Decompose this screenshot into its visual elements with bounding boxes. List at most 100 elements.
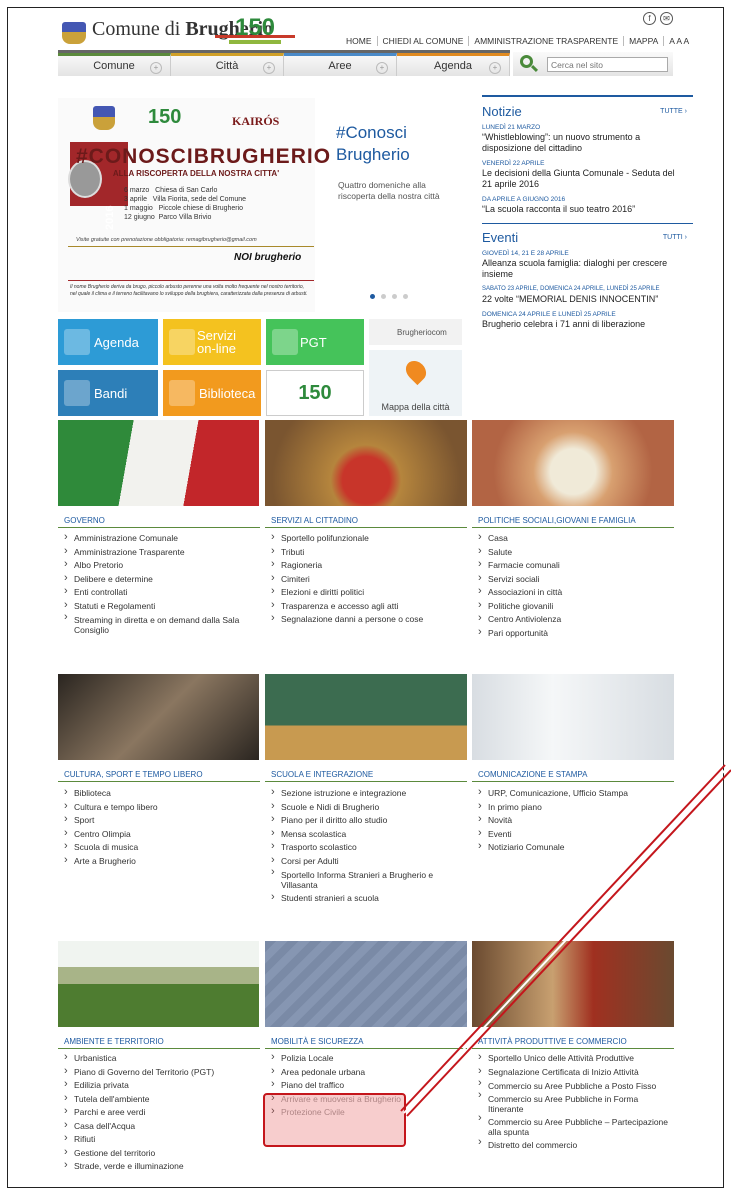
- list-item[interactable]: Trasparenza e accesso agli atti: [271, 599, 467, 614]
- list-item[interactable]: Centro Antiviolenza: [478, 612, 674, 627]
- list-item[interactable]: Distretto del commercio: [478, 1136, 674, 1153]
- list-item[interactable]: Edilizia privata: [64, 1078, 259, 1093]
- event-item[interactable]: DOMENICA 24 APRILE E LUNEDÌ 25 APRILE Bru…: [482, 310, 685, 330]
- list-item[interactable]: Commercio su Aree Pubbliche in Forma Iti…: [478, 1090, 674, 1114]
- list-item[interactable]: Piano del traffico: [271, 1078, 467, 1093]
- list-item[interactable]: Sezione istruzione e integrazione: [271, 786, 467, 801]
- list-item[interactable]: Notiziario Comunale: [478, 840, 674, 855]
- list-item[interactable]: Biblioteca: [64, 786, 259, 801]
- tile-brugheriocom[interactable]: Brugheriocom: [369, 319, 462, 345]
- list-item[interactable]: Urbanistica: [64, 1051, 259, 1066]
- list-item[interactable]: Sportello polifunzionale: [271, 531, 467, 546]
- list-item[interactable]: Sportello Informa Stranieri a Brugherio …: [271, 867, 467, 892]
- slider-dot[interactable]: [370, 294, 375, 299]
- list-item[interactable]: Associazioni in città: [478, 585, 674, 600]
- list-item[interactable]: Amministrazione Trasparente: [64, 545, 259, 560]
- list-item[interactable]: Sportello Unico delle Attività Produttiv…: [478, 1051, 674, 1066]
- list-item[interactable]: Commercio su Aree Pubbliche – Partecipaz…: [478, 1113, 674, 1137]
- list-item[interactable]: Trasporto scolastico: [271, 840, 467, 855]
- section-title[interactable]: GOVERNO: [64, 516, 105, 525]
- list-item[interactable]: Corsi per Adulti: [271, 854, 467, 869]
- list-item[interactable]: Studenti stranieri a scuola: [271, 891, 467, 906]
- news-item[interactable]: DA APRILE A GIUGNO 2016 “La scuola raccon…: [482, 195, 685, 215]
- conosci-brugherio-poster[interactable]: 150 KAIRÓS #CONOSCIBRUGHERIO ALLA RISCOP…: [58, 98, 330, 312]
- list-item[interactable]: Statuti e Regolamenti: [64, 599, 259, 614]
- list-item[interactable]: Elezioni e diritti politici: [271, 585, 467, 600]
- list-item[interactable]: Scuola di musica: [64, 840, 259, 855]
- section-title[interactable]: POLITICHE SOCIALI,GIOVANI E FAMIGLIA: [478, 516, 636, 525]
- tile-pgt[interactable]: PGT: [266, 319, 364, 365]
- mainnav-aree[interactable]: Aree +: [284, 53, 397, 76]
- eventi-all-link[interactable]: TUTTI ›: [663, 234, 687, 241]
- slider-dot[interactable]: [381, 294, 386, 299]
- list-item[interactable]: Gestione del territorio: [64, 1146, 259, 1161]
- list-item[interactable]: Centro Olimpia: [64, 827, 259, 842]
- list-item[interactable]: Rifiuti: [64, 1132, 259, 1147]
- list-item[interactable]: Cimiteri: [271, 572, 467, 587]
- tile-servizi-online[interactable]: Servizi on-line: [163, 319, 261, 365]
- coat-of-arms-icon[interactable]: [62, 22, 86, 44]
- list-item[interactable]: Albo Pretorio: [64, 558, 259, 573]
- event-item[interactable]: SABATO 23 APRILE, DOMENICA 24 APRILE, LU…: [482, 285, 685, 305]
- list-item[interactable]: Area pedonale urbana: [271, 1065, 467, 1080]
- list-item[interactable]: Tributi: [271, 545, 467, 560]
- list-item[interactable]: Strade, verde e illuminazione: [64, 1159, 259, 1174]
- list-item[interactable]: Mensa scolastica: [271, 827, 467, 842]
- topnav-trasparente[interactable]: AMMINISTRAZIONE TRASPARENTE: [468, 36, 623, 46]
- search-icon[interactable]: [520, 55, 533, 68]
- list-item[interactable]: Segnalazione Certificata di Inizio Attiv…: [478, 1065, 674, 1080]
- list-item[interactable]: Cultura e tempo libero: [64, 800, 259, 815]
- list-item[interactable]: Parchi e aree verdi: [64, 1105, 259, 1120]
- topnav-home[interactable]: HOME: [341, 36, 377, 46]
- list-item[interactable]: Piano per il diritto allo studio: [271, 813, 467, 828]
- section-title[interactable]: COMUNICAZIONE E STAMPA: [478, 770, 588, 779]
- list-item[interactable]: Scuole e Nidi di Brugherio: [271, 800, 467, 815]
- section-title[interactable]: ATTIVITÀ PRODUTTIVE E COMMERCIO: [478, 1037, 627, 1046]
- tile-mappa[interactable]: Mappa della città: [369, 350, 462, 416]
- facebook-icon[interactable]: f: [643, 12, 656, 25]
- tile-biblioteca[interactable]: Biblioteca: [163, 370, 261, 416]
- topnav-mappa[interactable]: MAPPA: [623, 36, 663, 46]
- mail-icon[interactable]: ✉: [660, 12, 673, 25]
- topnav-chiedi[interactable]: CHIEDI AL COMUNE: [376, 36, 469, 46]
- list-item[interactable]: Segnalazione danni a persone o cose: [271, 612, 467, 627]
- list-item[interactable]: Novità: [478, 813, 674, 828]
- list-item[interactable]: Streaming in diretta e on demand dalla S…: [64, 612, 259, 635]
- mainnav-agenda[interactable]: Agenda +: [397, 53, 510, 76]
- list-item[interactable]: Tutela dell'ambiente: [64, 1092, 259, 1107]
- mainnav-comune[interactable]: Comune +: [58, 53, 171, 76]
- list-item[interactable]: Farmacie comunali: [478, 558, 674, 573]
- slider-dot[interactable]: [403, 294, 408, 299]
- list-item[interactable]: Casa dell'Acqua: [64, 1119, 259, 1134]
- list-item[interactable]: Ragioneria: [271, 558, 467, 573]
- news-item[interactable]: LUNEDÌ 21 MARZO “Whistleblowing”: un nuov…: [482, 123, 685, 154]
- font-size-switcher[interactable]: A A A: [663, 36, 694, 46]
- list-item[interactable]: Polizia Locale: [271, 1051, 467, 1066]
- section-title[interactable]: SCUOLA E INTEGRAZIONE: [271, 770, 373, 779]
- mainnav-citta[interactable]: Città +: [171, 53, 284, 76]
- list-item[interactable]: Salute: [478, 545, 674, 560]
- list-item[interactable]: Amministrazione Comunale: [64, 531, 259, 546]
- slide-title[interactable]: #Conosci Brugherio: [336, 122, 456, 166]
- tile-bandi[interactable]: Bandi: [58, 370, 158, 416]
- list-item[interactable]: Pari opportunità: [478, 626, 674, 641]
- search-input[interactable]: [547, 57, 668, 72]
- featured-slider[interactable]: 150 KAIRÓS #CONOSCIBRUGHERIO ALLA RISCOP…: [58, 98, 462, 312]
- section-title[interactable]: AMBIENTE E TERRITORIO: [64, 1037, 164, 1046]
- list-item[interactable]: Enti controllati: [64, 585, 259, 600]
- tile-150[interactable]: 150: [266, 370, 364, 416]
- list-item[interactable]: Delibere e determine: [64, 572, 259, 587]
- list-item[interactable]: Arte a Brugherio: [64, 854, 259, 869]
- section-title[interactable]: SERVIZI AL CITTADINO: [271, 516, 358, 525]
- news-item[interactable]: VENERDÌ 22 APRILE Le decisioni della Giun…: [482, 159, 685, 190]
- slider-dot[interactable]: [392, 294, 397, 299]
- list-item[interactable]: Eventi: [478, 827, 674, 842]
- list-item[interactable]: Piano di Governo del Territorio (PGT): [64, 1065, 259, 1080]
- list-item[interactable]: Politiche giovanili: [478, 599, 674, 614]
- list-item[interactable]: In primo piano: [478, 800, 674, 815]
- section-title[interactable]: MOBILITÀ E SICUREZZA: [271, 1037, 363, 1046]
- list-item[interactable]: Casa: [478, 531, 674, 546]
- list-item[interactable]: Sport: [64, 813, 259, 828]
- list-item[interactable]: URP, Comunicazione, Ufficio Stampa: [478, 786, 674, 801]
- section-title[interactable]: CULTURA, SPORT E TEMPO LIBERO: [64, 770, 203, 779]
